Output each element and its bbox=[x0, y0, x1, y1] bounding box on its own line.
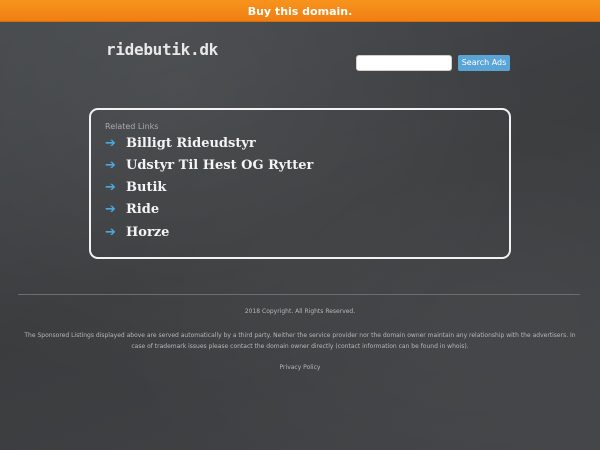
related-link-item[interactable]: ➔ Ride bbox=[105, 200, 485, 220]
arrow-right-icon: ➔ bbox=[105, 225, 116, 240]
buy-domain-link[interactable]: Buy this domain. bbox=[248, 1, 353, 22]
site-logo[interactable]: ridebutik.dk bbox=[106, 40, 218, 59]
related-link[interactable]: Horze bbox=[126, 223, 169, 243]
search-input[interactable] bbox=[356, 55, 452, 71]
footer-divider bbox=[18, 294, 580, 295]
related-link[interactable]: Butik bbox=[126, 178, 166, 198]
footer-copyright: 2018 Copyright. All Rights Reserved. bbox=[244, 308, 356, 315]
related-link-item[interactable]: ➔ Udstyr Til Hest OG Rytter bbox=[105, 156, 485, 176]
arrow-right-icon: ➔ bbox=[105, 180, 116, 195]
related-links-heading: Related Links bbox=[105, 122, 159, 131]
related-link-item[interactable]: ➔ Butik bbox=[105, 178, 485, 198]
arrow-right-icon: ➔ bbox=[105, 202, 116, 217]
footer-disclaimer: The Sponsored Listings displayed above a… bbox=[24, 332, 576, 350]
buy-domain-bar: Buy this domain. bbox=[0, 0, 600, 22]
related-links-box: Related Links ➔ Billigt Rideudstyr ➔ Uds… bbox=[89, 108, 511, 259]
related-link[interactable]: Ride bbox=[126, 200, 159, 220]
related-link[interactable]: Udstyr Til Hest OG Rytter bbox=[126, 156, 313, 176]
arrow-right-icon: ➔ bbox=[105, 136, 116, 151]
search-ads-button[interactable]: Search Ads bbox=[458, 55, 510, 71]
related-link[interactable]: Billigt Rideudstyr bbox=[126, 134, 256, 154]
arrow-right-icon: ➔ bbox=[105, 158, 116, 173]
related-link-item[interactable]: ➔ Billigt Rideudstyr bbox=[105, 134, 485, 154]
privacy-policy-link[interactable]: Privacy Policy bbox=[0, 364, 600, 371]
related-link-item[interactable]: ➔ Horze bbox=[105, 223, 485, 243]
